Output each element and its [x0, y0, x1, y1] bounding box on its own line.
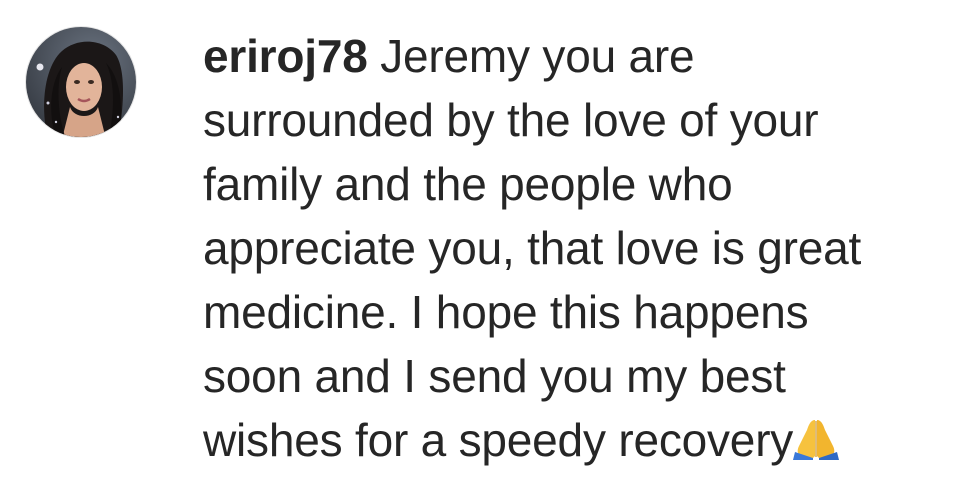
avatar[interactable]	[25, 26, 137, 138]
comment-line: eriroj78 Jeremy you are	[203, 24, 973, 88]
username-link[interactable]: eriroj78	[203, 30, 368, 82]
comment-text: eriroj78 Jeremy you are surrounded by th…	[203, 24, 973, 472]
comment-line: family and the people who	[203, 158, 733, 210]
comment-line: wishes for a speedy recovery	[203, 408, 973, 472]
folded-hands-emoji-icon	[793, 412, 840, 460]
comment: eriroj78 Jeremy you are surrounded by th…	[0, 0, 980, 501]
comment-line: soon and I send you my best	[203, 350, 786, 402]
comment-line: surrounded by the love of your	[203, 94, 819, 146]
comment-line: appreciate you, that love is great	[203, 222, 862, 274]
comment-text-segment: wishes for a speedy recovery	[203, 414, 794, 466]
comment-line: medicine. I hope this happens	[203, 286, 809, 338]
avatar-image	[26, 27, 136, 137]
comment-text-segment: Jeremy you are	[367, 30, 695, 82]
